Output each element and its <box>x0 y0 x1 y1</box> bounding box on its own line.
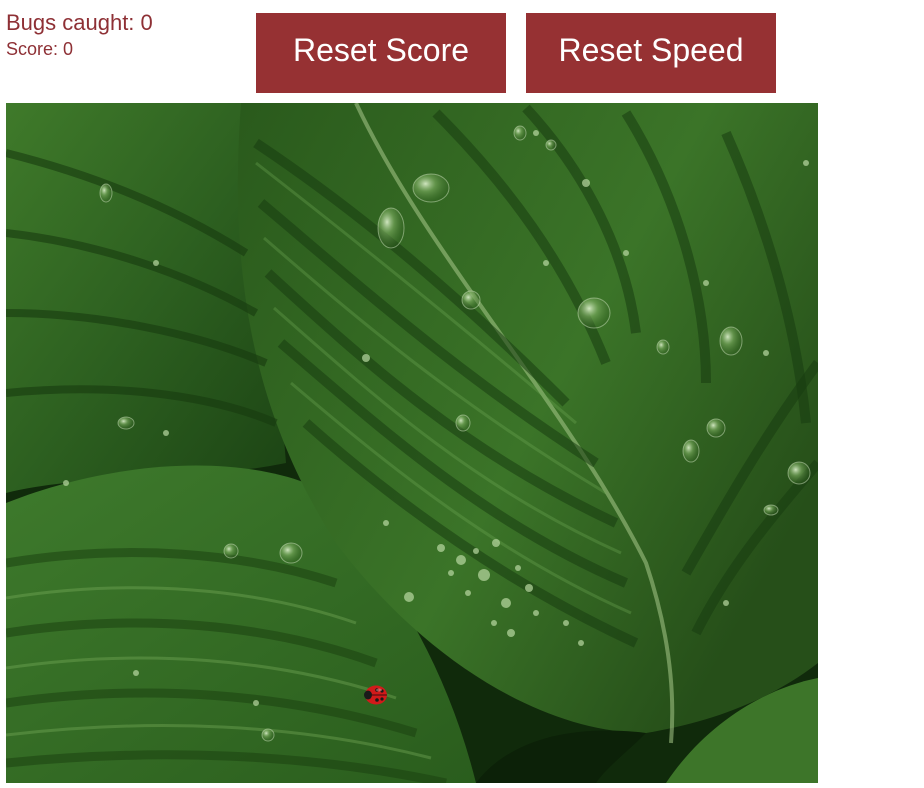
reset-speed-button[interactable]: Reset Speed <box>526 13 776 93</box>
reset-score-button[interactable]: Reset Score <box>256 13 506 93</box>
ladybug-target[interactable] <box>363 682 389 706</box>
stats-panel: Bugs caught: 0 Score: 0 <box>6 10 153 60</box>
bugs-caught-counter: Bugs caught: 0 <box>6 10 153 35</box>
game-field[interactable] <box>6 103 818 783</box>
game-hud: Bugs caught: 0 Score: 0 Reset Score Rese… <box>0 0 924 100</box>
score-counter: Score: 0 <box>6 39 74 59</box>
ladybug-icon <box>364 685 387 705</box>
leaf-background <box>6 103 818 783</box>
